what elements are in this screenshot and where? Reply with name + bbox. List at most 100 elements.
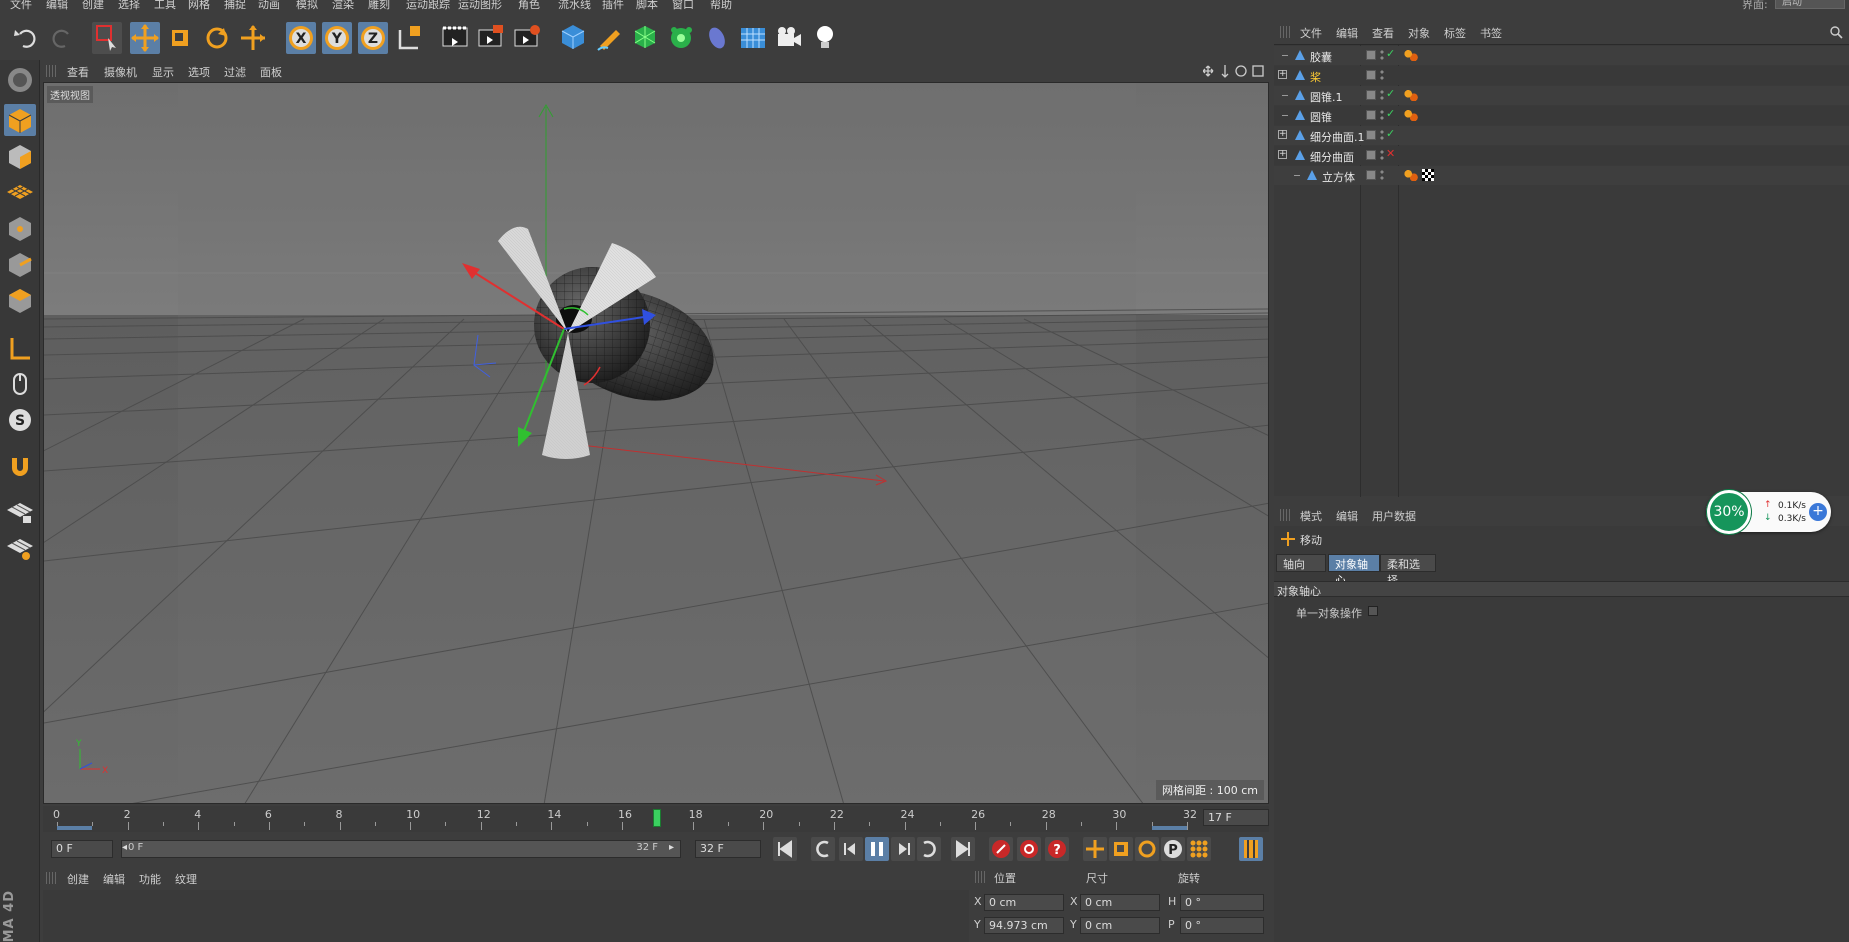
texture-mode-icon[interactable] <box>4 140 36 172</box>
object-list[interactable]: 胶囊 ✓ + 桨圆锥.1 ✓ 圆锥 ✓ + 细分曲面.1 ✓ + 细分曲面 ✕ 立方体 <box>1274 44 1849 497</box>
autokey-icon[interactable] <box>1017 837 1041 861</box>
object-menu-view[interactable]: 查看 <box>1372 25 1394 41</box>
render-view-icon[interactable] <box>440 22 470 54</box>
axis-mode-icon[interactable] <box>4 332 36 364</box>
object-row[interactable]: 圆锥.1 ✓ <box>1274 86 1849 105</box>
cloner-icon[interactable] <box>666 22 696 54</box>
viewport-menu-panel[interactable]: 面板 <box>260 64 282 80</box>
light-icon[interactable] <box>810 22 840 54</box>
key-parameter-icon[interactable]: P <box>1161 837 1185 861</box>
menu-item-15[interactable]: 插件 <box>602 0 624 12</box>
object-row[interactable]: 立方体 <box>1274 166 1849 185</box>
material-manager-area[interactable] <box>43 890 969 942</box>
pause-icon[interactable] <box>865 837 889 861</box>
menu-item-18[interactable]: 帮助 <box>710 0 732 12</box>
slider-arrow-icon[interactable]: ▸ <box>669 842 674 853</box>
material-tag-icon[interactable] <box>1404 49 1418 61</box>
material-tag-icon[interactable] <box>1404 89 1418 101</box>
prev-key-icon[interactable] <box>811 837 835 861</box>
visibility-dots-icon[interactable] <box>1380 169 1384 181</box>
pen-icon[interactable] <box>594 22 624 54</box>
point-mode-icon[interactable] <box>4 212 36 244</box>
object-name[interactable]: 圆锥.1 <box>1310 89 1343 105</box>
tab-object-axis[interactable]: 对象轴心 <box>1328 554 1380 587</box>
object-name[interactable]: 胶囊 <box>1310 49 1332 65</box>
app-logo-icon[interactable] <box>4 64 36 96</box>
redo-icon[interactable] <box>46 22 76 54</box>
render-settings-icon[interactable] <box>512 22 542 54</box>
menu-item-4[interactable]: 工具 <box>154 0 176 12</box>
prev-frame-icon[interactable] <box>839 837 863 861</box>
expand-toggle-icon[interactable]: + <box>1278 70 1287 79</box>
layer-icon[interactable] <box>1366 50 1376 60</box>
floor-icon[interactable] <box>738 22 768 54</box>
next-key-icon[interactable] <box>917 837 941 861</box>
material-menu-edit[interactable]: 编辑 <box>103 871 125 887</box>
move-tool-icon[interactable] <box>130 22 160 54</box>
go-to-start-icon[interactable] <box>773 837 797 861</box>
viewport-nav-icons[interactable] <box>1203 63 1265 79</box>
object-name[interactable]: 细分曲面.1 <box>1310 129 1365 145</box>
visibility-dots-icon[interactable] <box>1380 89 1384 101</box>
grid-lock-icon[interactable] <box>4 496 36 528</box>
x-axis-lock-icon[interactable]: X <box>286 22 316 54</box>
menu-item-2[interactable]: 创建 <box>82 0 104 12</box>
viewport-menu-view[interactable]: 查看 <box>67 64 89 80</box>
visibility-dots-icon[interactable] <box>1380 149 1384 161</box>
transform-tool-icon[interactable] <box>238 22 268 54</box>
record-keys-icon[interactable] <box>989 837 1013 861</box>
object-row[interactable]: + 细分曲面 ✕ <box>1274 146 1849 165</box>
layer-icon[interactable] <box>1366 170 1376 180</box>
menu-item-12[interactable]: 运动图形 <box>458 0 502 12</box>
key-scale-icon[interactable] <box>1109 837 1133 861</box>
rotation-p-field[interactable]: 0 ° <box>1180 917 1264 934</box>
live-selection-icon[interactable] <box>92 22 122 54</box>
grip-icon[interactable] <box>1280 509 1292 521</box>
z-axis-lock-icon[interactable]: Z <box>358 22 388 54</box>
object-row[interactable]: + 桨 <box>1274 66 1849 85</box>
material-tag-icon[interactable] <box>1404 169 1418 181</box>
single-object-checkbox[interactable] <box>1368 606 1378 616</box>
menu-item-5[interactable]: 网格 <box>188 0 210 12</box>
current-frame-field[interactable]: 17 F <box>1203 809 1269 826</box>
grip-icon[interactable] <box>46 872 58 884</box>
menu-item-16[interactable]: 脚本 <box>636 0 658 12</box>
menu-item-10[interactable]: 雕刻 <box>368 0 390 12</box>
tweak-mode-icon[interactable] <box>4 368 36 400</box>
timeline-range-end-marker[interactable] <box>1151 826 1187 830</box>
enabled-check-icon[interactable]: ✓ <box>1386 47 1395 60</box>
workplane-icon[interactable] <box>4 176 36 208</box>
grip-icon[interactable] <box>46 65 58 77</box>
start-frame-field[interactable]: 0 F <box>51 840 113 858</box>
layout-select[interactable]: 启动 <box>1775 0 1845 9</box>
undo-icon[interactable] <box>12 22 42 54</box>
grip-icon[interactable] <box>975 871 987 883</box>
magnet-icon[interactable] <box>4 452 36 484</box>
key-pla-icon[interactable] <box>1187 837 1211 861</box>
grip-icon[interactable] <box>1280 26 1292 38</box>
expand-toggle-icon[interactable]: + <box>1278 150 1287 159</box>
deformer-icon[interactable] <box>702 22 732 54</box>
menu-item-8[interactable]: 模拟 <box>296 0 318 12</box>
preview-range-slider[interactable]: 0 F 32 F ▸ ◂ <box>121 840 681 858</box>
timeline-playhead[interactable] <box>653 809 662 827</box>
timeline[interactable]: 0 2 4 6 8 10 12 14 16 18 20 22 24 26 28 30 32 17 F <box>43 806 1269 832</box>
go-to-end-icon[interactable] <box>951 837 975 861</box>
menu-item-17[interactable]: 窗口 <box>672 0 694 12</box>
object-name[interactable]: 立方体 <box>1322 169 1355 185</box>
layer-icon[interactable] <box>1366 130 1376 140</box>
object-menu-file[interactable]: 文件 <box>1300 25 1322 41</box>
visibility-dots-icon[interactable] <box>1380 49 1384 61</box>
edge-mode-icon[interactable] <box>4 248 36 280</box>
subdivision-icon[interactable] <box>630 22 660 54</box>
end-frame-field[interactable]: 32 F <box>695 840 761 858</box>
enabled-check-icon[interactable]: ✓ <box>1386 127 1395 140</box>
timeline-range-start-marker[interactable] <box>57 826 93 830</box>
layer-icon[interactable] <box>1366 70 1376 80</box>
viewport-menu-camera[interactable]: 摄像机 <box>104 64 137 80</box>
expand-toggle-icon[interactable]: + <box>1278 130 1287 139</box>
menu-item-1[interactable]: 编辑 <box>46 0 68 12</box>
position-x-field[interactable]: 0 cm <box>984 894 1064 911</box>
menu-item-3[interactable]: 选择 <box>118 0 140 12</box>
model-mode-icon[interactable] <box>4 104 36 136</box>
